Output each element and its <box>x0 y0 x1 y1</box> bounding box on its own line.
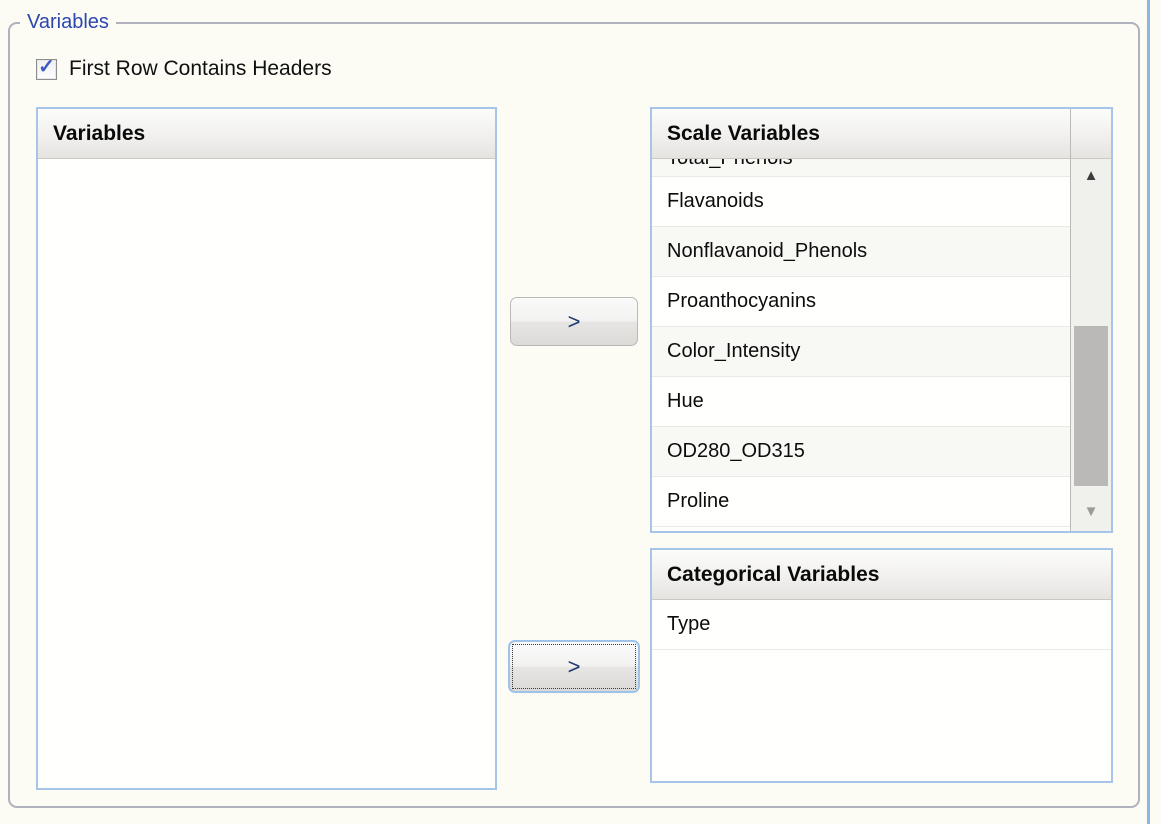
right-panel-edge <box>1147 0 1150 824</box>
categorical-variables-header: Categorical Variables <box>652 550 1111 600</box>
scale-variables-header: Scale Variables <box>652 109 1070 159</box>
variables-list-header-row: Variables <box>38 109 495 159</box>
list-item[interactable]: Proanthocyanins <box>652 277 1070 327</box>
variables-list-body[interactable] <box>38 159 495 788</box>
move-to-categorical-button[interactable]: > <box>508 640 640 693</box>
categorical-variables-rows: Type <box>652 600 1111 781</box>
first-row-headers-checkbox-row: ✓ First Row Contains Headers <box>36 57 332 81</box>
list-item[interactable]: Hue <box>652 377 1070 427</box>
groupbox-legend: Variables <box>20 11 116 34</box>
scale-variables-list: Scale Variables Total_Phenols Flavanoids… <box>650 107 1113 533</box>
scale-variables-body: Total_Phenols FlavanoidsNonflavanoid_Phe… <box>652 159 1111 531</box>
clipped-list-item-label: Total_Phenols <box>652 159 1070 177</box>
list-item[interactable]: Nonflavanoid_Phenols <box>652 227 1070 277</box>
variables-list: Variables <box>36 107 497 790</box>
categorical-variables-body[interactable]: Type <box>652 600 1111 781</box>
scale-variables-header-row: Scale Variables <box>652 109 1111 159</box>
scale-variables-rows: FlavanoidsNonflavanoid_PhenolsProanthocy… <box>652 177 1070 527</box>
scale-variables-scrollbar[interactable]: ▲ ▼ <box>1070 159 1111 531</box>
list-item[interactable]: Color_Intensity <box>652 327 1070 377</box>
categorical-variables-list: Categorical Variables Type <box>650 548 1113 783</box>
list-item[interactable]: Flavanoids <box>652 177 1070 227</box>
scroll-up-icon[interactable]: ▲ <box>1071 165 1111 187</box>
list-item[interactable]: Type <box>652 600 1111 650</box>
list-item[interactable]: Proline <box>652 477 1070 527</box>
clipped-list-item[interactable]: Total_Phenols <box>652 159 1070 177</box>
checkmark-icon: ✓ <box>38 57 55 77</box>
move-to-categorical-button-label: > <box>512 644 636 689</box>
variables-list-header: Variables <box>38 109 495 159</box>
list-item[interactable]: OD280_OD315 <box>652 427 1070 477</box>
scroll-down-icon[interactable]: ▼ <box>1071 501 1111 523</box>
move-to-scale-button[interactable]: > <box>510 297 638 346</box>
scroll-thumb[interactable] <box>1074 326 1108 486</box>
scale-variables-items-col[interactable]: Total_Phenols FlavanoidsNonflavanoid_Phe… <box>652 159 1070 531</box>
scale-variables-header-scroll-cap <box>1070 109 1111 159</box>
first-row-headers-label: First Row Contains Headers <box>69 57 332 81</box>
categorical-variables-header-row: Categorical Variables <box>652 550 1111 600</box>
variables-list-rows <box>38 159 495 788</box>
first-row-headers-checkbox[interactable]: ✓ <box>36 59 57 80</box>
